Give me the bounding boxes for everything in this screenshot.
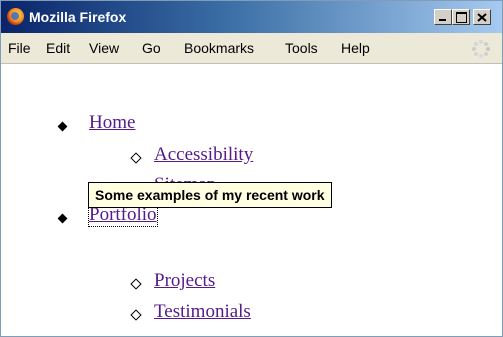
- nav-link-testimonials[interactable]: Testimonials: [154, 301, 251, 323]
- portfolio-tooltip: Some examples of my recent work: [88, 182, 332, 208]
- browser-window: Mozilla Firefox File Edit View Go Bookma…: [0, 0, 503, 337]
- close-button[interactable]: [473, 9, 491, 25]
- menu-view[interactable]: View: [89, 40, 119, 56]
- window-title: Mozilla Firefox: [29, 9, 127, 25]
- menu-bookmarks[interactable]: Bookmarks: [184, 40, 254, 56]
- nav-link-home[interactable]: Home: [89, 112, 135, 134]
- menu-go[interactable]: Go: [142, 40, 161, 56]
- throbber-spinner-icon: [472, 40, 490, 58]
- list-bullet: [130, 309, 142, 321]
- list-bullet: [130, 278, 142, 290]
- list-bullet: [57, 213, 68, 224]
- menu-help[interactable]: Help: [341, 40, 370, 56]
- nav-link-accessibility[interactable]: Accessibility: [154, 144, 253, 166]
- close-icon: [477, 13, 487, 22]
- menu-edit[interactable]: Edit: [46, 40, 70, 56]
- firefox-logo-icon[interactable]: [7, 8, 24, 25]
- list-bullet: [57, 121, 68, 132]
- list-bullet: [130, 152, 142, 164]
- nav-link-projects[interactable]: Projects: [154, 270, 215, 292]
- maximize-button[interactable]: [452, 9, 470, 25]
- menu-file[interactable]: File: [8, 40, 31, 56]
- menu-tools[interactable]: Tools: [285, 40, 318, 56]
- menu-bar: File Edit View Go Bookmarks Tools Help: [1, 33, 502, 64]
- minimize-button[interactable]: [434, 9, 452, 25]
- title-bar[interactable]: Mozilla Firefox: [1, 1, 502, 33]
